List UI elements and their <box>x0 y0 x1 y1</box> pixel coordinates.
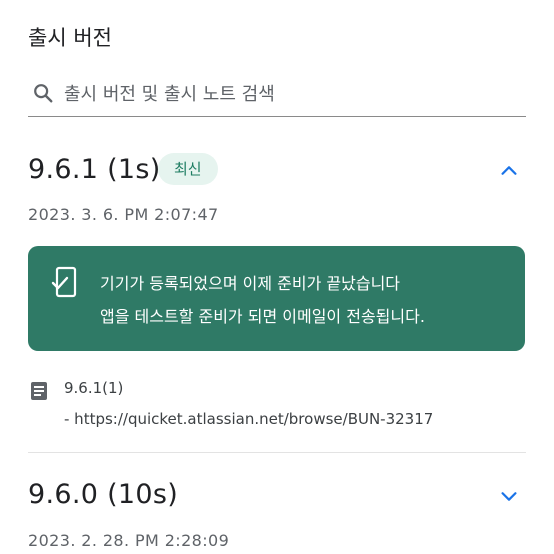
divider <box>28 452 526 453</box>
release-header[interactable]: 9.6.0 (10s) <box>28 479 526 519</box>
search-icon <box>34 84 53 103</box>
release-date: 2023. 2. 28. PM 2:28:09 <box>28 531 230 550</box>
chevron-up-icon[interactable] <box>498 160 520 182</box>
search-input[interactable] <box>64 79 514 109</box>
release-version: 9.6.1 (1s) <box>28 154 161 185</box>
document-icon <box>31 382 47 400</box>
notice-message: 앱을 테스트할 준비가 되면 이메일이 전송됩니다. <box>100 307 425 326</box>
notice-title: 기기가 등록되었으며 이제 준비가 끝났습니다 <box>100 274 401 293</box>
page-title: 출시 버전 <box>28 26 112 50</box>
release-header[interactable]: 9.6.1 (1s) 최신 <box>28 153 526 194</box>
phone-check-icon <box>51 266 77 298</box>
search-bar[interactable] <box>28 76 526 117</box>
device-registered-notice: 기기가 등록되었으며 이제 준비가 끝났습니다 앱을 테스트할 준비가 되면 이… <box>28 246 525 351</box>
latest-badge: 최신 <box>158 153 218 185</box>
release-notes-link[interactable]: - https://quicket.atlassian.net/browse/B… <box>64 410 433 428</box>
chevron-down-icon[interactable] <box>498 485 520 507</box>
release-version: 9.6.0 (10s) <box>28 479 179 510</box>
release-date: 2023. 3. 6. PM 2:07:47 <box>28 205 219 224</box>
release-notes-title: 9.6.1(1) <box>64 379 124 397</box>
